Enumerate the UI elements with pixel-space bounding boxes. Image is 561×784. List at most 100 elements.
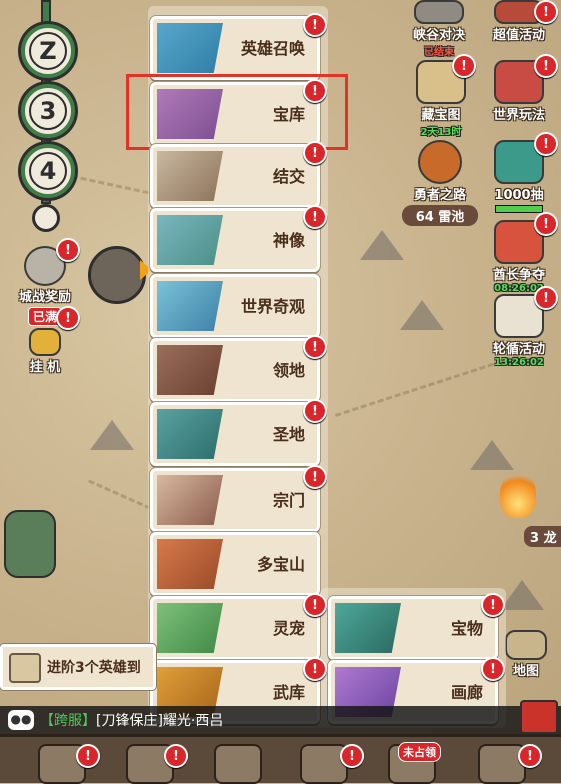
rotation-label: 轮循活动 xyxy=(492,342,545,357)
draw-1000-label: 1000抽 xyxy=(494,188,544,203)
menu-item-treasure[interactable]: 宝物 ! xyxy=(328,593,505,660)
world-play[interactable]: 世界玩法 ! xyxy=(484,54,558,123)
idle-label: 挂 机 xyxy=(29,360,61,375)
rotation-timer: 13:26:02 xyxy=(494,357,544,368)
alert-badge: ! xyxy=(303,13,327,37)
statue-icon xyxy=(157,215,223,265)
brave-road[interactable]: 勇者之路 64 雷池 xyxy=(402,140,478,226)
menu-item-friends[interactable]: 结交 ! xyxy=(150,141,327,208)
menu-item-label: 宝物 xyxy=(450,619,483,638)
alert-badge: ! xyxy=(303,205,327,229)
menu-item-world-wonder[interactable]: 世界奇观 xyxy=(150,274,320,338)
menu-item-label: 世界奇观 xyxy=(240,297,305,316)
world-play-label: 世界玩法 xyxy=(492,108,545,123)
treasure-mountain-icon xyxy=(157,539,223,589)
treasure-map-timer: 2天13时 xyxy=(420,127,462,138)
alert-badge: ! xyxy=(76,744,100,768)
menu-item-label: 英雄召唤 xyxy=(240,39,305,58)
chapter-number: 4 xyxy=(29,152,67,190)
super-event[interactable]: 超值活动 ! xyxy=(484,0,558,43)
world-wonder-icon xyxy=(157,281,223,331)
canyon-duel[interactable]: 峡谷对决 已结束 xyxy=(406,0,472,58)
alert-badge: ! xyxy=(534,0,558,24)
chat-message[interactable]: 【跨服】[刀锋保庄]耀光·西吕 xyxy=(40,710,223,730)
alert-badge: ! xyxy=(534,212,558,236)
chat-channel: 【跨服】 xyxy=(40,713,96,729)
menu-item-hero-summon[interactable]: 英雄召唤 ! xyxy=(150,13,327,80)
mountain xyxy=(360,230,404,260)
highlight-box xyxy=(126,74,348,150)
chapter-node-z[interactable]: Z xyxy=(21,24,75,78)
alert-badge: ! xyxy=(534,132,558,156)
idle-reward[interactable]: 已满 挂 机 ! xyxy=(12,306,80,375)
dock-battle-button[interactable] xyxy=(214,744,262,784)
chapter-node-3[interactable]: 3 xyxy=(21,84,75,138)
brave-road-label: 勇者之路 xyxy=(413,188,466,203)
menu-item-label: 结交 xyxy=(272,167,305,186)
fire-effect xyxy=(500,470,536,518)
rotation-event[interactable]: 轮循活动 13:26:02 ! xyxy=(484,286,558,368)
menu-item-label: 多宝山 xyxy=(256,555,305,574)
alert-badge: ! xyxy=(303,399,327,423)
super-event-label: 超值活动 xyxy=(492,28,545,43)
task-banner[interactable]: 进阶3个英雄到 xyxy=(0,644,156,690)
menu-item-label: 圣地 xyxy=(272,425,305,444)
map-icon xyxy=(505,630,547,660)
event-banner-icon[interactable] xyxy=(520,700,558,734)
map-button[interactable]: 地图 xyxy=(498,630,554,679)
chapter-gear-icon[interactable] xyxy=(32,204,60,232)
idle-chest-icon xyxy=(29,328,61,356)
alert-badge: ! xyxy=(303,465,327,489)
chief-label: 酋长争夺 xyxy=(492,268,545,283)
city-battle-reward[interactable]: 城战奖励 ! xyxy=(12,238,80,305)
chief-contest[interactable]: 酋长争夺 08:26:02 ! xyxy=(484,212,558,294)
alert-badge: ! xyxy=(481,657,505,681)
build-hammer-button[interactable] xyxy=(88,246,146,304)
city-battle-label: 城战奖励 xyxy=(18,290,71,305)
territory-icon xyxy=(157,345,223,395)
dragon-counter: 3 龙 xyxy=(524,526,561,547)
chat-bubble-icon[interactable]: ●● xyxy=(8,710,34,730)
alert-badge: ! xyxy=(303,657,327,681)
alert-badge: ! xyxy=(534,286,558,310)
mountain xyxy=(90,420,134,450)
alert-badge: ! xyxy=(518,744,542,768)
canyon-icon xyxy=(414,0,464,24)
chapter-number: Z xyxy=(29,32,67,70)
menu-item-treasure-mountain[interactable]: 多宝山 xyxy=(150,532,320,596)
scroll-icon xyxy=(9,653,41,683)
canyon-label: 峡谷对决 xyxy=(412,28,465,43)
spirit-pet-icon xyxy=(157,603,223,653)
draw-progress-bar xyxy=(495,205,543,213)
task-text: 进阶3个英雄到 xyxy=(47,660,141,676)
mountain xyxy=(500,580,544,610)
treasure-map[interactable]: 藏宝图 2天13时 ! xyxy=(408,54,476,138)
sect-icon xyxy=(157,475,223,525)
brave-shield-icon xyxy=(418,140,462,184)
alert-badge: ! xyxy=(56,238,80,262)
alert-badge: ! xyxy=(164,744,188,768)
alert-badge: ! xyxy=(56,306,80,330)
alert-badge: ! xyxy=(534,54,558,78)
mountain xyxy=(400,300,444,330)
menu-item-spirit-pet[interactable]: 灵宠 ! xyxy=(150,593,327,660)
hero-portrait[interactable] xyxy=(4,510,56,578)
menu-item-statue[interactable]: 神像 ! xyxy=(150,205,327,272)
chapter-number: 3 xyxy=(29,92,67,130)
draw-1000[interactable]: 1000抽 ! xyxy=(484,132,558,213)
hero-summon-icon xyxy=(157,23,223,73)
menu-item-territory[interactable]: 领地 ! xyxy=(150,335,327,402)
menu-item-label: 领地 xyxy=(272,361,305,380)
menu-item-label: 灵宠 xyxy=(272,619,305,638)
alert-badge: ! xyxy=(303,335,327,359)
draw-progress-fill xyxy=(496,206,542,212)
treasure-icon xyxy=(335,603,401,653)
sanctuary-icon xyxy=(157,409,223,459)
chapter-node-4[interactable]: 4 xyxy=(21,144,75,198)
alert-badge: ! xyxy=(481,593,505,617)
unclaimed-badge: 未占领 xyxy=(398,742,441,762)
mountain xyxy=(470,440,514,470)
menu-item-label: 武库 xyxy=(272,683,305,702)
menu-item-sanctuary[interactable]: 圣地 ! xyxy=(150,399,327,466)
menu-item-sect[interactable]: 宗门 ! xyxy=(150,465,327,532)
